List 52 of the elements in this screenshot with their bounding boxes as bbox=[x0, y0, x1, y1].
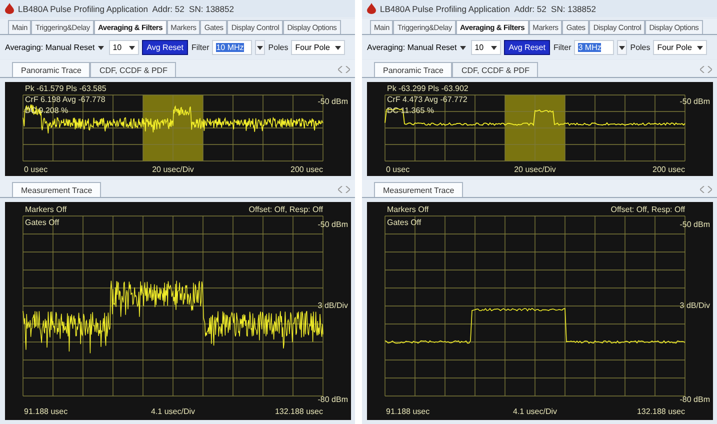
poles-label: Poles bbox=[268, 43, 288, 52]
x-start-label: 0 usec bbox=[24, 165, 48, 174]
x-scale-label: 20 usec/Div bbox=[514, 165, 556, 174]
reading-text: CrF 4.473 Avg -67.772 bbox=[387, 95, 468, 104]
filter-label: Filter bbox=[553, 43, 572, 52]
reading-text: CrF 6.198 Avg -67.778 bbox=[25, 95, 106, 104]
poles-dropdown[interactable]: Four Pole bbox=[291, 40, 346, 56]
reading-text: Pk -63.299 Pls -63.902 bbox=[387, 84, 468, 94]
ref-level-label: -50 dBm bbox=[318, 97, 348, 106]
filter-field[interactable]: 10 MHz bbox=[212, 40, 252, 56]
top-level-label: -50 dBm bbox=[680, 220, 710, 229]
gates-status: Gates Off bbox=[25, 218, 60, 227]
avg-reset-button[interactable]: Avg Reset bbox=[142, 40, 188, 56]
x-scale-label: 20 usec/Div bbox=[152, 165, 194, 174]
poles-label: Poles bbox=[630, 43, 650, 52]
scale-label: 3 dB/Div bbox=[680, 300, 710, 310]
markers-status: Markers Off bbox=[25, 204, 67, 214]
x-start-label: 91.188 usec bbox=[24, 406, 68, 416]
bottom-level-label: -80 dBm bbox=[680, 394, 710, 404]
filter-field[interactable]: 3 MHz bbox=[574, 40, 614, 56]
tab[interactable]: Measurement Trace bbox=[12, 182, 102, 198]
tab[interactable]: CDF, CCDF & PDF bbox=[452, 62, 538, 78]
bottom-level-label: -80 dBm bbox=[318, 394, 348, 404]
window-title: LB480A Pulse Profiling Application Addr: 52 SN: 138852 bbox=[18, 4, 234, 14]
x-scale-label: 4.1 usec/Div bbox=[150, 406, 196, 416]
tab[interactable]: Measurement Trace bbox=[374, 182, 464, 198]
markers-status: Markers Off bbox=[387, 204, 429, 214]
top-level-label: -50 dBm bbox=[318, 220, 348, 229]
averaging-dropdown[interactable]: Averaging: Manual Reset bbox=[365, 43, 468, 52]
offset-status: Offset: Off, Resp: Off bbox=[610, 204, 685, 214]
filter-label: Filter bbox=[191, 43, 210, 52]
tab[interactable]: CDF, CCDF & PDF bbox=[90, 62, 176, 78]
tab[interactable]: Panoramic Trace bbox=[374, 62, 452, 78]
x-scale-label: 4.1 usec/Div bbox=[512, 406, 558, 416]
offset-status: Offset: Off, Resp: Off bbox=[248, 204, 323, 214]
x-end-label: 132.188 usec bbox=[636, 406, 685, 416]
reading-text: Pk -61.579 Pls -63.585 bbox=[25, 84, 106, 94]
scale-label: 3 dB/Div bbox=[318, 300, 348, 310]
gates-status: Gates Off bbox=[387, 218, 422, 227]
x-end-label: 200 usec bbox=[652, 165, 685, 174]
averaging-dropdown[interactable]: Averaging: Manual Reset bbox=[3, 43, 106, 52]
tab[interactable]: Panoramic Trace bbox=[12, 62, 90, 78]
x-end-label: 132.188 usec bbox=[274, 406, 323, 416]
x-start-label: 0 usec bbox=[386, 165, 410, 174]
count-dropdown[interactable]: 10 bbox=[108, 40, 139, 56]
x-end-label: 200 usec bbox=[290, 165, 323, 174]
avg-reset-button[interactable]: Avg Reset bbox=[504, 40, 550, 56]
window-title: LB480A Pulse Profiling Application Addr: 52 SN: 138852 bbox=[380, 4, 596, 14]
poles-dropdown[interactable]: Four Pole bbox=[653, 40, 708, 56]
count-dropdown[interactable]: 10 bbox=[470, 40, 501, 56]
ref-level-label: -50 dBm bbox=[680, 97, 710, 106]
x-start-label: 91.188 usec bbox=[386, 406, 430, 416]
